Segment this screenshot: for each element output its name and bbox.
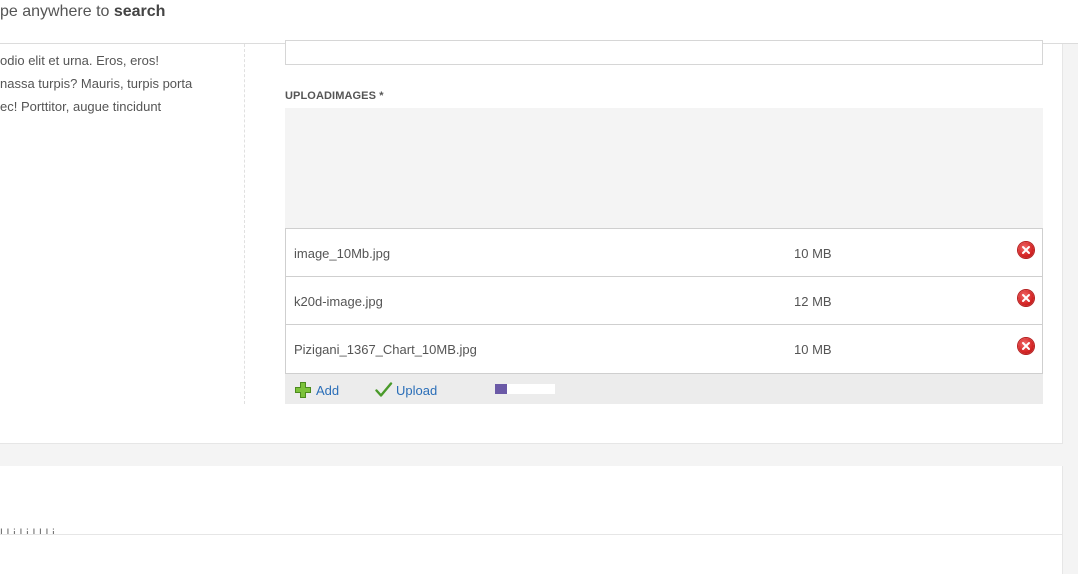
- file-row: Pizigani_1367_Chart_10MB.jpg 10 MB: [286, 325, 1042, 373]
- add-button-label: Add: [316, 383, 340, 398]
- search-hint-text: pe anywhere to: [0, 3, 114, 20]
- file-name: Pizigani_1367_Chart_10MB.jpg: [294, 342, 477, 357]
- checkmark-icon: [375, 381, 393, 402]
- secondary-card: l l i l i l l l i: [0, 466, 1063, 534]
- description-line: odio elit et urna. Eros, eros!: [0, 53, 159, 68]
- upload-toolbar: Add Upload: [285, 374, 1043, 404]
- file-size: 12 MB: [794, 294, 832, 309]
- upload-images-label: UPLOADIMAGES *: [285, 90, 384, 102]
- bottom-panel: [0, 534, 1063, 574]
- remove-icon[interactable]: [1018, 338, 1034, 354]
- plus-icon: [294, 381, 312, 402]
- remove-icon[interactable]: [1018, 290, 1034, 306]
- file-size: 10 MB: [794, 342, 832, 357]
- column-divider: [244, 44, 245, 404]
- file-size: 10 MB: [794, 246, 832, 261]
- file-name: k20d-image.jpg: [294, 294, 383, 309]
- previous-field-input[interactable]: [285, 40, 1043, 65]
- upload-progress-fill: [495, 384, 507, 394]
- description-line: nassa turpis? Mauris, turpis porta: [0, 76, 193, 91]
- file-name: image_10Mb.jpg: [294, 246, 391, 261]
- top-bar: pe anywhere to search: [0, 0, 1078, 44]
- upload-drop-zone[interactable]: [285, 108, 1043, 229]
- search-hint[interactable]: pe anywhere to search: [0, 3, 165, 21]
- form-card: odio elit et urna. Eros, eros! nassa tur…: [0, 40, 1063, 444]
- upload-button-label: Upload: [396, 383, 438, 398]
- upload-progress-bar: [495, 384, 555, 394]
- file-row: k20d-image.jpg 12 MB: [286, 277, 1042, 325]
- search-hint-bold: search: [113, 3, 166, 20]
- remove-icon[interactable]: [1018, 242, 1034, 258]
- upload-images-label-text: UPLOADIMAGES: [285, 90, 377, 102]
- required-marker: *: [379, 90, 384, 102]
- clipped-text: l l i l i l l l i: [0, 526, 55, 534]
- file-row: image_10Mb.jpg 10 MB: [286, 229, 1042, 277]
- description-text: odio elit et urna. Eros, eros! nassa tur…: [0, 49, 240, 118]
- description-line: ec! Porttitor, augue tincidunt: [0, 99, 162, 114]
- file-list: image_10Mb.jpg 10 MB k20d-image.jpg 12 M…: [285, 228, 1043, 374]
